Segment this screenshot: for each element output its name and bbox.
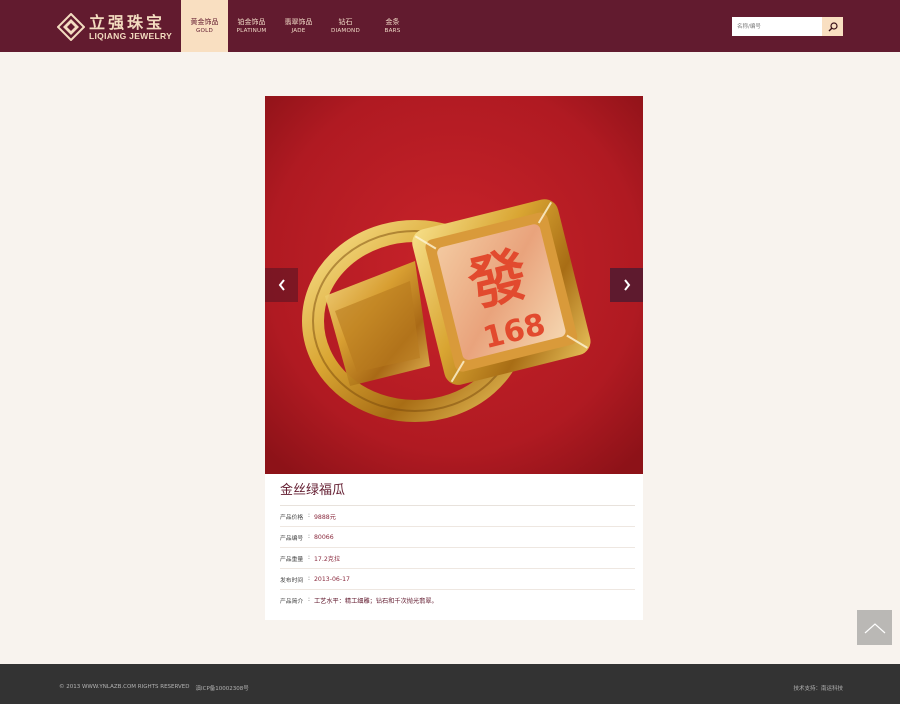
- search-icon: [828, 21, 838, 31]
- site-header: 立强珠宝 LIQIANG JEWELRY 黄金饰品 GOLD 铂金饰品 PLAT…: [0, 0, 900, 52]
- back-to-top-button[interactable]: [857, 610, 892, 645]
- logo[interactable]: 立强珠宝 LIQIANG JEWELRY: [57, 12, 172, 42]
- detail-label: 产品简介: [280, 598, 304, 605]
- site-footer: © 2013 WWW.YNLAZB.COM RIGHTS RESERVED 滇I…: [0, 664, 900, 704]
- footer-copyright: © 2013 WWW.YNLAZB.COM RIGHTS RESERVED 滇I…: [59, 684, 249, 692]
- detail-value: 9888元: [314, 513, 336, 521]
- chevron-right-icon: [623, 279, 630, 291]
- detail-label: 产品编号: [280, 535, 304, 542]
- nav-item-diamond[interactable]: 钻石 DIAMOND: [322, 0, 369, 52]
- product-image: 發 168: [265, 96, 643, 474]
- detail-row-weight: 产品重量 : 17.2克拉: [280, 548, 635, 569]
- nav-label-cn: 金条: [385, 17, 400, 26]
- nav-item-jade[interactable]: 翡翠饰品 JADE: [275, 0, 322, 52]
- nav-label-en: PLATINUM: [236, 27, 267, 34]
- nav-item-platinum[interactable]: 铂金饰品 PLATINUM: [228, 0, 275, 52]
- search-button[interactable]: [822, 17, 843, 36]
- logo-text-cn: 立强珠宝: [89, 12, 166, 32]
- logo-text-en: LIQIANG JEWELRY: [89, 30, 173, 41]
- copyright-text: © 2013 WWW.YNLAZB.COM RIGHTS RESERVED: [59, 684, 190, 690]
- nav-label-en: BARS: [384, 27, 401, 34]
- nav-label-en: GOLD: [196, 27, 213, 34]
- detail-label: 发布时间: [280, 577, 304, 584]
- product-info: 金丝绿福瓜 产品价格 : 9888元 产品编号 : 80066 产品重量 : 1…: [265, 474, 643, 620]
- detail-value: 工艺水平：精工细雕；钻石和千次抛光翡翠。: [314, 597, 438, 605]
- nav-item-bars[interactable]: 金条 BARS: [369, 0, 416, 52]
- chevron-left-icon: [278, 279, 285, 291]
- next-image-button[interactable]: [610, 268, 643, 302]
- main-nav: 黄金饰品 GOLD 铂金饰品 PLATINUM 翡翠饰品 JADE 钻石 DIA…: [181, 0, 416, 52]
- detail-row-price: 产品价格 : 9888元: [280, 506, 635, 527]
- search-box: [732, 17, 843, 36]
- nav-item-gold[interactable]: 黄金饰品 GOLD: [181, 0, 228, 52]
- logo-icon: [57, 13, 85, 41]
- detail-label: 产品重量: [280, 556, 304, 563]
- nav-label-en: JADE: [291, 27, 306, 34]
- product-card: 發 168 金丝绿福瓜 产品价格 : 9888元 产品编号 : 80066 产品…: [265, 96, 643, 620]
- product-title: 金丝绿福瓜: [280, 474, 635, 506]
- chevron-up-icon: [864, 622, 885, 633]
- detail-value: 2013-06-17: [314, 575, 350, 583]
- icp-link[interactable]: 滇ICP备10002308号: [196, 684, 249, 692]
- nav-label-cn: 黄金饰品: [190, 17, 219, 26]
- tech-support-link[interactable]: 技术支持：南运科技: [793, 684, 843, 692]
- nav-label-cn: 钻石: [338, 17, 353, 26]
- detail-row-intro: 产品简介 : 工艺水平：精工细雕；钻石和千次抛光翡翠。: [280, 590, 635, 610]
- search-input[interactable]: [732, 17, 822, 36]
- gold-ring-image: 發 168: [265, 96, 643, 474]
- detail-value: 80066: [314, 533, 334, 541]
- nav-label-cn: 铂金饰品: [237, 17, 266, 26]
- detail-row-date: 发布时间 : 2013-06-17: [280, 569, 635, 590]
- detail-value: 17.2克拉: [314, 555, 341, 563]
- detail-label: 产品价格: [280, 514, 304, 521]
- nav-label-cn: 翡翠饰品: [284, 17, 313, 26]
- detail-row-code: 产品编号 : 80066: [280, 527, 635, 548]
- nav-label-en: DIAMOND: [331, 27, 360, 34]
- prev-image-button[interactable]: [265, 268, 298, 302]
